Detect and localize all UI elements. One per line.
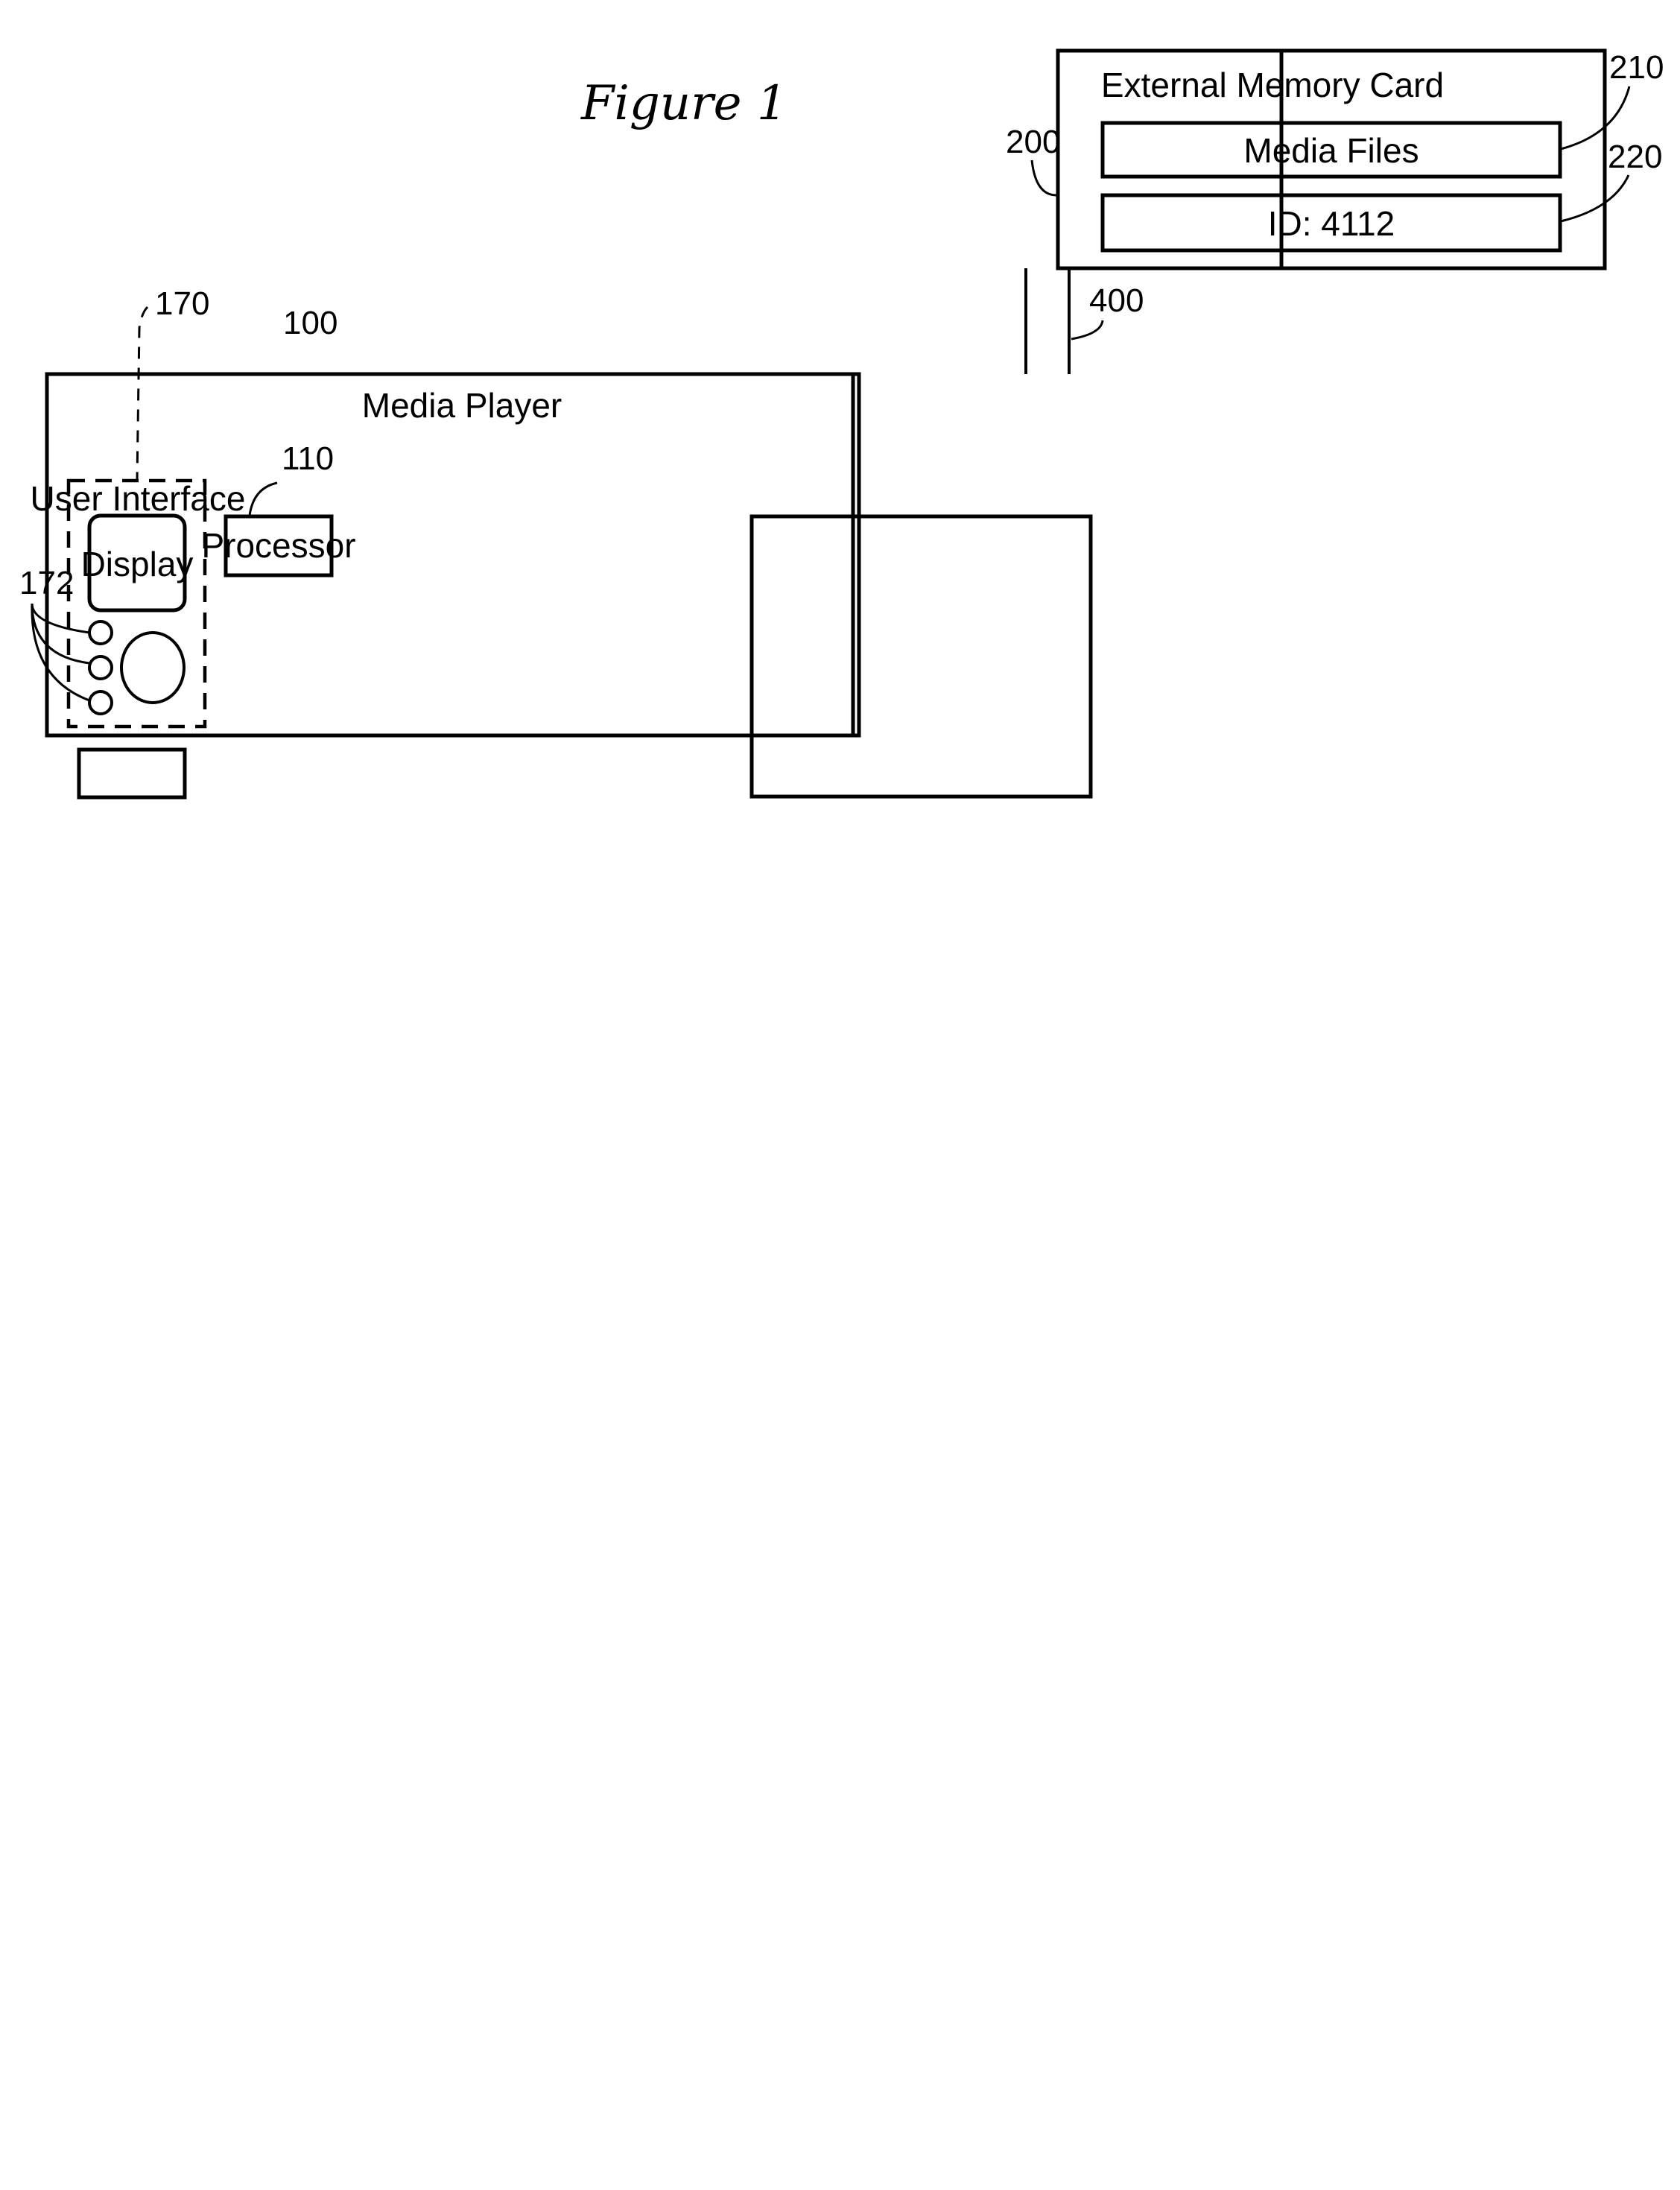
- player-button-1[interactable]: [88, 620, 113, 645]
- card-media-files-label: Media Files: [1243, 131, 1419, 170]
- ref-220: 220: [1608, 139, 1662, 175]
- ref-172: 172: [19, 565, 74, 601]
- internal-memory-box: [749, 514, 1093, 799]
- external-memory-card-title: External Memory Card: [1101, 66, 1444, 104]
- player-display-label: Display: [81, 545, 194, 583]
- ref-210: 210: [1609, 49, 1664, 86]
- player-processor-label: Processor: [201, 526, 355, 565]
- player-button-3[interactable]: [88, 690, 113, 715]
- figure-title: Figure 1: [580, 76, 787, 131]
- ref-400: 400: [1089, 282, 1144, 319]
- ref-200: 200: [1006, 124, 1060, 160]
- card-id-label: ID: 4112: [1268, 204, 1395, 243]
- leader-172-a: [31, 603, 90, 634]
- figure-canvas: Figure 1 External Memory Card Media File…: [19, 48, 1664, 800]
- leader-220: [1560, 174, 1630, 223]
- ref-100: 100: [283, 305, 337, 341]
- player-ui-title: User Interface: [31, 479, 246, 518]
- leader-170: [136, 306, 149, 481]
- card-media-files: Media Files: [1100, 121, 1562, 179]
- player-button-2[interactable]: [88, 655, 113, 680]
- media-player-title: Media Player: [362, 386, 562, 425]
- leader-400: [1071, 320, 1104, 341]
- ref-170: 170: [155, 285, 209, 322]
- ref-110: 110: [282, 440, 334, 477]
- player-volatile-memory-box: [77, 747, 187, 800]
- leader-200: [1030, 159, 1057, 197]
- card-id: ID: 4112: [1100, 193, 1562, 253]
- player-click-wheel[interactable]: [120, 631, 186, 704]
- leader-110: [248, 481, 278, 516]
